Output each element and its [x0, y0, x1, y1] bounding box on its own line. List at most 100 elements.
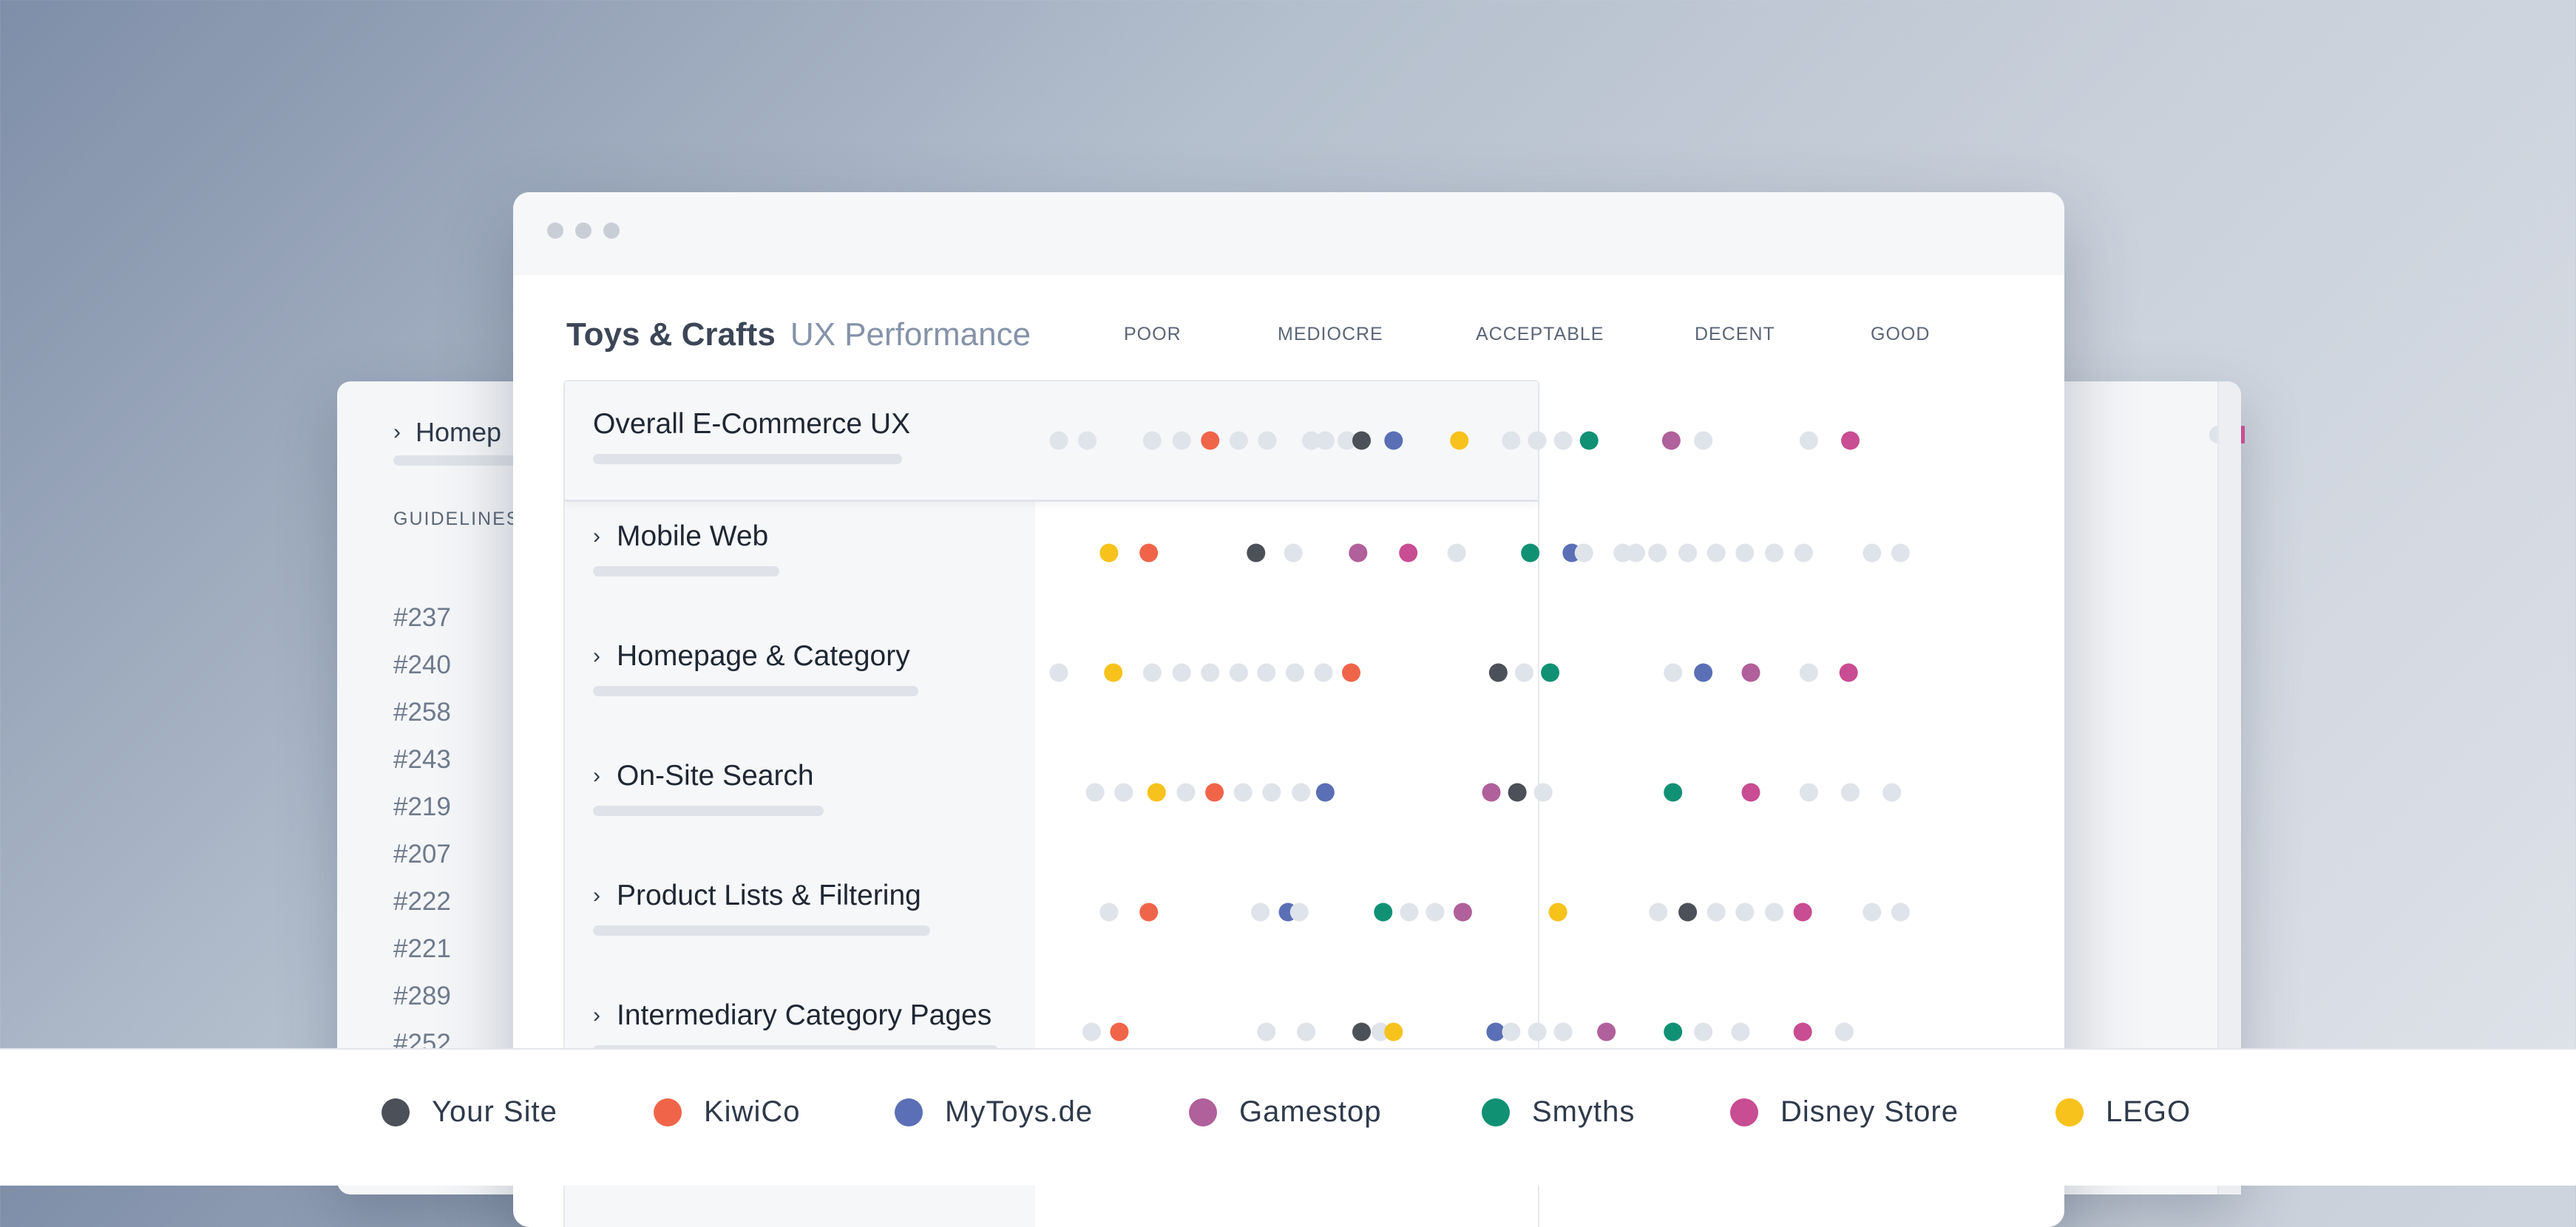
other-site-dot[interactable] — [1233, 783, 1253, 802]
other-site-dot[interactable] — [1289, 903, 1309, 922]
guideline-id[interactable]: #207 — [393, 840, 451, 887]
lego-dot[interactable] — [1099, 543, 1119, 562]
legend-item[interactable]: Smyths — [1482, 1095, 1635, 1129]
gamestop-dot[interactable] — [1349, 543, 1368, 562]
other-site-dot[interactable] — [1078, 431, 1097, 450]
your_site-dot[interactable] — [1352, 1022, 1371, 1041]
kiwico-dot[interactable] — [1205, 783, 1224, 802]
gamestop-dot[interactable] — [1482, 783, 1501, 802]
other-site-dot[interactable] — [1085, 783, 1105, 802]
kiwico-dot[interactable] — [1139, 903, 1159, 922]
other-site-dot[interactable] — [1648, 543, 1667, 562]
kiwico-dot[interactable] — [1139, 543, 1159, 562]
smyths-dot[interactable] — [1664, 783, 1683, 802]
legend-item[interactable]: Your Site — [382, 1095, 557, 1129]
legend-item[interactable]: Gamestop — [1189, 1095, 1382, 1129]
other-site-dot[interactable] — [1049, 431, 1068, 450]
lego-dot[interactable] — [1450, 431, 1469, 450]
kiwico-dot[interactable] — [1110, 1022, 1129, 1041]
your_site-dot[interactable] — [1488, 663, 1508, 682]
other-site-dot[interactable] — [1502, 431, 1521, 450]
other-site-dot[interactable] — [1262, 783, 1281, 802]
mytoys-dot[interactable] — [1315, 783, 1335, 802]
mytoys-dot[interactable] — [1384, 431, 1403, 450]
gamestop-dot[interactable] — [1597, 1022, 1616, 1041]
other-site-dot[interactable] — [1315, 431, 1335, 450]
legend-item[interactable]: MyToys.de — [895, 1095, 1093, 1129]
row-label[interactable]: › Mobile Web — [593, 520, 768, 553]
guideline-id[interactable]: #243 — [393, 745, 451, 792]
other-site-dot[interactable] — [1553, 1022, 1573, 1041]
other-site-dot[interactable] — [1049, 663, 1068, 682]
other-site-dot[interactable] — [1706, 543, 1726, 562]
other-site-dot[interactable] — [1285, 663, 1304, 682]
other-site-dot[interactable] — [1229, 431, 1248, 450]
other-site-dot[interactable] — [1553, 431, 1573, 450]
other-site-dot[interactable] — [1172, 663, 1191, 682]
other-site-dot[interactable] — [1678, 543, 1698, 562]
other-site-dot[interactable] — [1891, 543, 1910, 562]
table-row[interactable]: › Mobile Web — [565, 501, 1910, 621]
legend-item[interactable]: Disney Store — [1730, 1095, 1959, 1129]
other-site-dot[interactable] — [1799, 663, 1818, 682]
other-site-dot[interactable] — [1735, 543, 1755, 562]
other-site-dot[interactable] — [1114, 783, 1133, 802]
other-site-dot[interactable] — [1297, 1022, 1316, 1041]
smyths-dot[interactable] — [1521, 543, 1540, 562]
other-site-dot[interactable] — [1841, 783, 1860, 802]
other-site-dot[interactable] — [1284, 543, 1303, 562]
other-site-dot[interactable] — [1574, 543, 1593, 562]
smyths-dot[interactable] — [1374, 903, 1393, 922]
other-site-dot[interactable] — [1201, 663, 1220, 682]
row-label[interactable]: Overall E-Commerce UX — [593, 408, 910, 441]
kiwico-dot[interactable] — [1341, 663, 1360, 682]
other-site-dot[interactable] — [1176, 783, 1196, 802]
guideline-id[interactable]: #219 — [393, 792, 451, 840]
other-site-dot[interactable] — [1528, 1022, 1547, 1041]
other-site-dot[interactable] — [1400, 903, 1419, 922]
other-site-dot[interactable] — [1251, 903, 1270, 922]
other-site-dot[interactable] — [1794, 543, 1813, 562]
legend-item[interactable]: KiwiCo — [654, 1095, 800, 1129]
smyths-dot[interactable] — [1541, 663, 1560, 682]
row-label[interactable]: › On-Site Search — [593, 760, 814, 792]
row-label[interactable]: › Product Lists & Filtering — [593, 880, 921, 912]
row-label[interactable]: › Intermediary Category Pages — [593, 999, 992, 1032]
other-site-dot[interactable] — [1694, 1022, 1713, 1041]
lego-dot[interactable] — [1384, 1022, 1403, 1041]
table-row[interactable]: › Product Lists & Filtering — [565, 860, 1910, 980]
smyths-dot[interactable] — [1664, 1022, 1683, 1041]
other-site-dot[interactable] — [1257, 1022, 1276, 1041]
guideline-id[interactable]: #289 — [393, 982, 451, 1029]
other-site-dot[interactable] — [1891, 903, 1910, 922]
other-site-dot[interactable] — [1735, 903, 1755, 922]
other-site-dot[interactable] — [1862, 903, 1882, 922]
your_site-dot[interactable] — [1508, 783, 1527, 802]
other-site-dot[interactable] — [1862, 543, 1882, 562]
other-site-dot[interactable] — [1426, 903, 1445, 922]
other-site-dot[interactable] — [1142, 431, 1162, 450]
other-site-dot[interactable] — [1257, 663, 1276, 682]
guideline-id[interactable]: #221 — [393, 934, 451, 982]
your_site-dot[interactable] — [1247, 543, 1266, 562]
other-site-dot[interactable] — [1172, 431, 1191, 450]
table-row[interactable]: › On-Site Search — [565, 741, 1902, 860]
guideline-id[interactable]: #258 — [393, 698, 451, 745]
gamestop-dot[interactable] — [1661, 431, 1681, 450]
disney-dot[interactable] — [1793, 1022, 1812, 1041]
mytoys-dot[interactable] — [1694, 663, 1713, 682]
other-site-dot[interactable] — [1799, 783, 1818, 802]
other-site-dot[interactable] — [1528, 431, 1547, 450]
other-site-dot[interactable] — [1694, 431, 1713, 450]
window-control-dot[interactable] — [603, 222, 620, 239]
lego-dot[interactable] — [1104, 663, 1123, 682]
lego-dot[interactable] — [1548, 903, 1567, 922]
other-site-dot[interactable] — [1292, 783, 1311, 802]
legend-item[interactable]: LEGO — [2055, 1095, 2191, 1129]
other-site-dot[interactable] — [1229, 663, 1248, 682]
other-site-dot[interactable] — [1799, 431, 1818, 450]
table-row[interactable]: › Homepage & Category — [565, 621, 1858, 741]
other-site-dot[interactable] — [1502, 1022, 1521, 1041]
other-site-dot[interactable] — [1514, 663, 1533, 682]
other-site-dot[interactable] — [1082, 1022, 1101, 1041]
